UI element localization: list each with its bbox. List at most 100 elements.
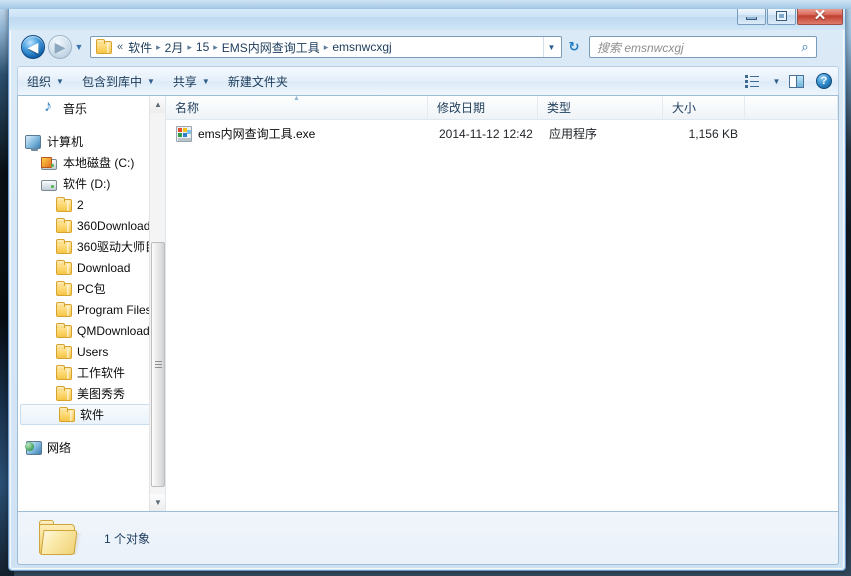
file-size-cell: 1,156 KB	[688, 126, 738, 141]
nav-item-label: 软件 (D:)	[63, 177, 111, 191]
close-button[interactable]: ✕	[797, 6, 843, 25]
refresh-button[interactable]: ↻	[563, 35, 585, 59]
toolbar-include-in-library-button[interactable]: 包含到库中 ▼	[73, 69, 164, 93]
minimize-icon	[746, 17, 757, 20]
nav-item-label: 360驱动大师目	[77, 240, 158, 254]
nav-item-folder-program-files[interactable]: Program Files	[18, 299, 165, 320]
maximize-icon	[776, 10, 787, 21]
folder-icon	[59, 406, 75, 422]
nav-item-label: PC包	[77, 282, 106, 296]
file-name-label: ems内网查询工具.exe	[198, 127, 316, 141]
scroll-up-button[interactable]: ▲	[150, 96, 165, 113]
nav-item-folder-users[interactable]: Users	[18, 341, 165, 362]
nav-item-disk-d[interactable]: 软件 (D:)	[18, 173, 165, 194]
nav-item-network[interactable]: 网络	[18, 437, 165, 458]
toolbar-new-folder-label: 新建文件夹	[227, 74, 288, 89]
folder-icon	[56, 217, 72, 233]
recent-locations-button[interactable]: ▼	[72, 35, 86, 59]
nav-item-folder-pcbao[interactable]: PC包	[18, 278, 165, 299]
address-dropdown-button[interactable]: ▼	[543, 37, 559, 57]
nav-item-folder-work-software[interactable]: 工作软件	[18, 362, 165, 383]
nav-item-label: 工作软件	[77, 366, 126, 380]
folder-icon	[56, 322, 72, 338]
hdd-icon	[40, 176, 58, 192]
scrollbar-thumb[interactable]	[151, 242, 165, 487]
breadcrumb-item-4[interactable]: emsnwcxgj	[329, 39, 394, 55]
status-item-count: 1 个对象	[104, 531, 151, 546]
column-header-type[interactable]: 类型	[538, 96, 663, 119]
file-name-cell: ems内网查询工具.exe	[168, 125, 430, 142]
toolbar-organize-button[interactable]: 组织 ▼	[18, 69, 73, 93]
column-header-size[interactable]: 大小	[663, 96, 745, 119]
nav-item-computer[interactable]: 计算机	[18, 131, 165, 152]
change-view-dropdown[interactable]: ▼	[766, 69, 782, 93]
address-row: ◀ ▶ ▼ « 软件 ▸ 2月 ▸ 15 ▸ EMS内网查询工具 ▸ emsnw…	[9, 30, 845, 64]
file-date-cell: 2014-11-12 12:42	[439, 126, 533, 141]
forward-button[interactable]: ▶	[48, 35, 72, 59]
nav-item-music[interactable]: 音乐	[18, 98, 165, 119]
folder-icon	[56, 343, 72, 359]
view-list-icon	[745, 75, 759, 88]
nav-item-label: Download	[77, 260, 131, 275]
preview-pane-button[interactable]	[782, 69, 810, 93]
nav-item-folder-2[interactable]: 2	[18, 194, 165, 215]
column-header-label: 大小	[672, 101, 697, 115]
column-header-name[interactable]: 名称	[166, 96, 428, 119]
breadcrumb-item-1[interactable]: 2月	[162, 38, 187, 57]
nav-item-folder-download[interactable]: Download	[18, 257, 165, 278]
nav-item-label: 360Download	[77, 218, 151, 233]
preview-pane-icon	[788, 74, 804, 88]
computer-icon	[24, 134, 42, 151]
back-button[interactable]: ◀	[21, 35, 45, 59]
folder-icon	[56, 196, 72, 212]
nav-item-local-disk-c[interactable]: 本地磁盘 (C:)	[18, 152, 165, 173]
address-bar[interactable]: « 软件 ▸ 2月 ▸ 15 ▸ EMS内网查询工具 ▸ emsnwcxgj ▼	[90, 36, 562, 58]
column-header-date-modified[interactable]: 修改日期	[428, 96, 538, 119]
nav-item-folder-qmdownload[interactable]: QMDownload	[18, 320, 165, 341]
change-view-button[interactable]	[738, 69, 766, 93]
navigation-scrollbar[interactable]: ▲ ▼	[149, 96, 165, 511]
nav-item-folder-software-selected[interactable]: 软件	[20, 404, 163, 425]
chevron-down-icon: ▼	[74, 42, 84, 52]
toolbar-organize-label: 组织	[27, 74, 52, 89]
toolbar-share-button[interactable]: 共享 ▼	[164, 69, 219, 93]
application-icon	[176, 125, 192, 142]
navigation-pane: 音乐 计算机 本地磁盘 (C:) 软件 (D:)	[18, 96, 165, 511]
column-header-label: 名称	[175, 101, 200, 115]
toolbar-new-folder-button[interactable]: 新建文件夹	[219, 69, 297, 93]
scroll-down-button[interactable]: ▼	[150, 494, 165, 511]
nav-item-label: 音乐	[63, 102, 88, 116]
status-folder-icon	[36, 519, 83, 557]
scrollbar-grip-icon	[154, 361, 162, 368]
nav-item-label: 软件	[80, 408, 105, 422]
nav-item-label: 2	[77, 197, 84, 212]
file-list-pane: 名称 修改日期 类型 大小	[166, 96, 838, 511]
explorer-body: 音乐 计算机 本地磁盘 (C:) 软件 (D:)	[17, 96, 839, 511]
music-icon	[40, 98, 58, 117]
nav-item-folder-meitu[interactable]: 美图秀秀	[18, 383, 165, 404]
table-row[interactable]: ems内网查询工具.exe 2014-11-12 12:42 应用程序 1,15…	[167, 123, 837, 144]
nav-item-label: 网络	[47, 441, 72, 455]
file-type-cell: 应用程序	[549, 127, 598, 141]
column-header-label: 修改日期	[437, 101, 486, 115]
nav-item-folder-360download[interactable]: 360Download	[18, 215, 165, 236]
chevron-down-icon: ▼	[201, 76, 210, 86]
nav-item-folder-360driver[interactable]: 360驱动大师目	[18, 236, 165, 257]
search-input[interactable]: 搜索 emsnwcxgj ⌕	[589, 36, 817, 58]
breadcrumb-item-3[interactable]: EMS内网查询工具	[219, 38, 323, 57]
column-header-filler[interactable]	[745, 96, 838, 119]
minimize-button[interactable]	[737, 6, 766, 25]
help-button[interactable]: ?	[810, 69, 838, 93]
breadcrumb-item-0[interactable]: 软件	[125, 38, 155, 57]
breadcrumb-overflow[interactable]: «	[114, 41, 125, 53]
maximize-button[interactable]	[767, 6, 796, 25]
folder-icon	[56, 280, 72, 296]
nav-group-gap	[18, 119, 165, 131]
close-icon: ✕	[813, 7, 827, 24]
chevron-down-icon: ▼	[56, 76, 64, 86]
nav-item-label: 美图秀秀	[77, 387, 126, 401]
network-icon	[24, 440, 42, 456]
column-header-row: 名称 修改日期 类型 大小	[166, 96, 838, 120]
folder-icon	[56, 238, 72, 254]
breadcrumb-item-2[interactable]: 15	[193, 39, 212, 55]
